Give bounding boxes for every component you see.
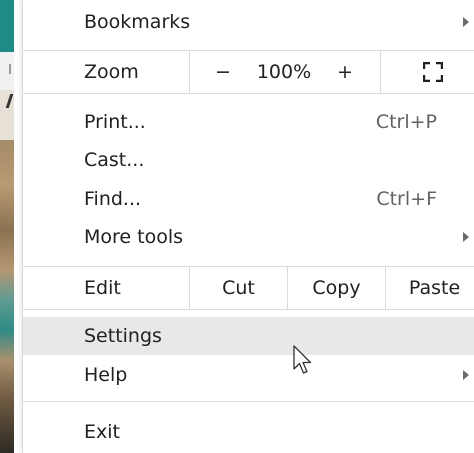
settings-label: Settings xyxy=(84,325,162,347)
zoom-out-button[interactable]: − xyxy=(209,61,237,83)
cut-button[interactable]: Cut xyxy=(190,277,287,299)
menu-item-cast[interactable]: Cast... xyxy=(23,142,474,178)
screen: Bookmarks Zoom − 100% + Print... Ctrl+P … xyxy=(0,0,474,453)
fullscreen-icon[interactable] xyxy=(423,62,443,82)
menu-item-help[interactable]: Help xyxy=(23,357,474,393)
chevron-right-icon xyxy=(463,17,469,27)
background-mark xyxy=(9,64,16,74)
menu-item-exit[interactable]: Exit xyxy=(23,414,474,450)
zoom-divider-2 xyxy=(380,51,381,93)
edit-row: Edit Cut Copy Paste xyxy=(23,267,474,309)
zoom-row: Zoom − 100% + xyxy=(23,51,474,93)
zoom-level: 100% xyxy=(256,61,312,83)
menu-item-bookmarks[interactable]: Bookmarks xyxy=(23,0,474,44)
exit-label: Exit xyxy=(84,421,120,443)
menu-item-find[interactable]: Find... Ctrl+F xyxy=(23,181,474,217)
zoom-label: Zoom xyxy=(84,61,139,83)
menu-item-more-tools[interactable]: More tools xyxy=(23,219,474,255)
copy-button[interactable]: Copy xyxy=(288,277,385,299)
print-shortcut: Ctrl+P xyxy=(375,111,437,133)
chevron-right-icon xyxy=(463,370,469,380)
paste-button[interactable]: Paste xyxy=(386,277,474,299)
help-label: Help xyxy=(84,364,128,386)
menu-item-settings[interactable]: Settings xyxy=(23,317,474,355)
find-label: Find... xyxy=(84,188,142,210)
separator xyxy=(23,93,474,94)
bookmarks-label: Bookmarks xyxy=(84,11,191,33)
zoom-in-button[interactable]: + xyxy=(331,61,359,83)
zoom-divider xyxy=(189,51,190,93)
chevron-right-icon xyxy=(463,232,469,242)
menu-item-print[interactable]: Print... Ctrl+P xyxy=(23,104,474,140)
separator xyxy=(23,401,474,402)
print-label: Print... xyxy=(84,111,146,133)
cast-label: Cast... xyxy=(84,149,145,171)
browser-main-menu: Bookmarks Zoom − 100% + Print... Ctrl+P … xyxy=(22,0,474,453)
mouse-pointer-icon xyxy=(293,345,312,374)
more-tools-label: More tools xyxy=(84,226,184,248)
edit-label: Edit xyxy=(84,277,121,299)
separator xyxy=(23,309,474,310)
find-shortcut: Ctrl+F xyxy=(376,188,437,210)
